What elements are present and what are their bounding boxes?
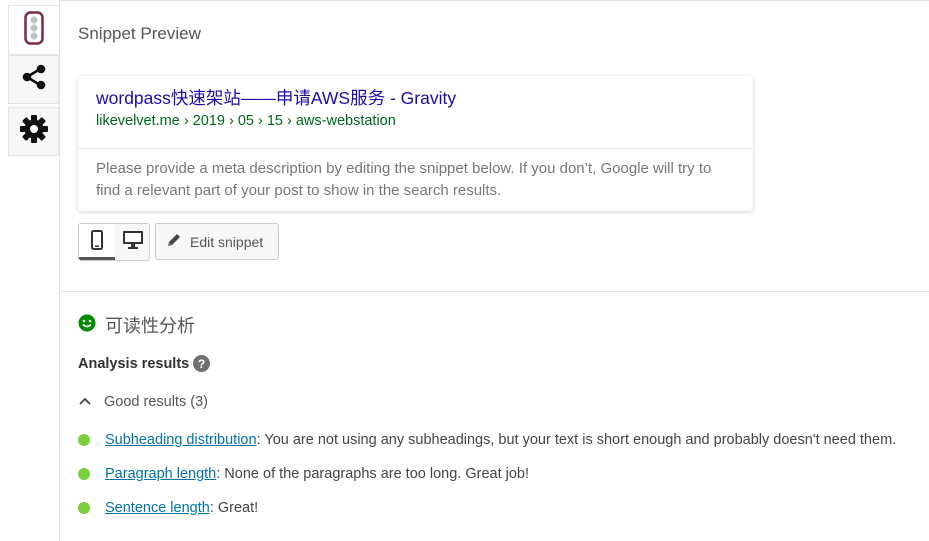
snippet-url: likevelvet.me › 2019 › 05 › 15 › aws-web…: [96, 113, 396, 129]
good-results-label: Good results (3): [104, 394, 208, 410]
result-item: Subheading distribution : You are not us…: [78, 432, 896, 448]
smiley-face-icon: [78, 314, 96, 337]
snippet-preview-title: Snippet Preview: [78, 24, 201, 43]
edit-snippet-button[interactable]: Edit snippet: [155, 223, 279, 260]
readability-title: 可读性分析: [105, 316, 195, 336]
snippet-divider: [78, 148, 753, 149]
tab-social[interactable]: [8, 55, 59, 104]
result-link[interactable]: Sentence length: [105, 500, 210, 516]
result-link[interactable]: Subheading distribution: [105, 432, 257, 448]
result-link[interactable]: Paragraph length: [105, 466, 216, 482]
result-text: : You are not using any subheadings, but…: [256, 432, 897, 448]
active-mode-indicator: [79, 257, 115, 260]
svg-text:?: ?: [198, 357, 205, 371]
preview-mode-toggle: [78, 223, 150, 261]
tab-advanced[interactable]: [8, 107, 59, 156]
snippet-card[interactable]: wordpass快速架站——申请AWS服务 - Gravity likevelv…: [78, 76, 753, 211]
mobile-icon: [91, 230, 103, 255]
readability-header: 可读性分析: [78, 312, 195, 338]
desktop-preview-button[interactable]: [115, 224, 149, 260]
edit-snippet-label: Edit snippet: [190, 233, 264, 250]
snippet-page-title[interactable]: wordpass快速架站——申请AWS服务 - Gravity: [96, 85, 456, 110]
gear-icon: [19, 114, 49, 149]
tab-readability[interactable]: [8, 5, 59, 55]
pencil-icon: [166, 232, 182, 251]
chevron-up-icon: [78, 394, 92, 410]
traffic-light-icon: [23, 10, 44, 50]
good-bullet-icon: [78, 502, 90, 514]
snippet-description[interactable]: Please provide a meta description by edi…: [96, 158, 736, 202]
good-bullet-icon: [78, 434, 90, 446]
top-divider: [60, 0, 929, 1]
mobile-preview-button[interactable]: [79, 224, 115, 260]
desktop-icon: [122, 230, 144, 255]
result-item: Paragraph length : None of the paragraph…: [78, 466, 529, 482]
sidebar-border: [59, 0, 60, 541]
result-item: Sentence length : Great!: [78, 500, 258, 516]
share-icon: [20, 63, 48, 96]
section-divider: [60, 291, 929, 292]
analysis-results-label: Analysis results: [78, 356, 190, 372]
good-bullet-icon: [78, 468, 90, 480]
help-icon[interactable]: ?: [193, 355, 210, 377]
result-text: : None of the paragraphs are too long. G…: [216, 466, 530, 482]
good-results-toggle[interactable]: Good results (3): [78, 394, 208, 410]
result-text: : Great!: [209, 500, 259, 516]
